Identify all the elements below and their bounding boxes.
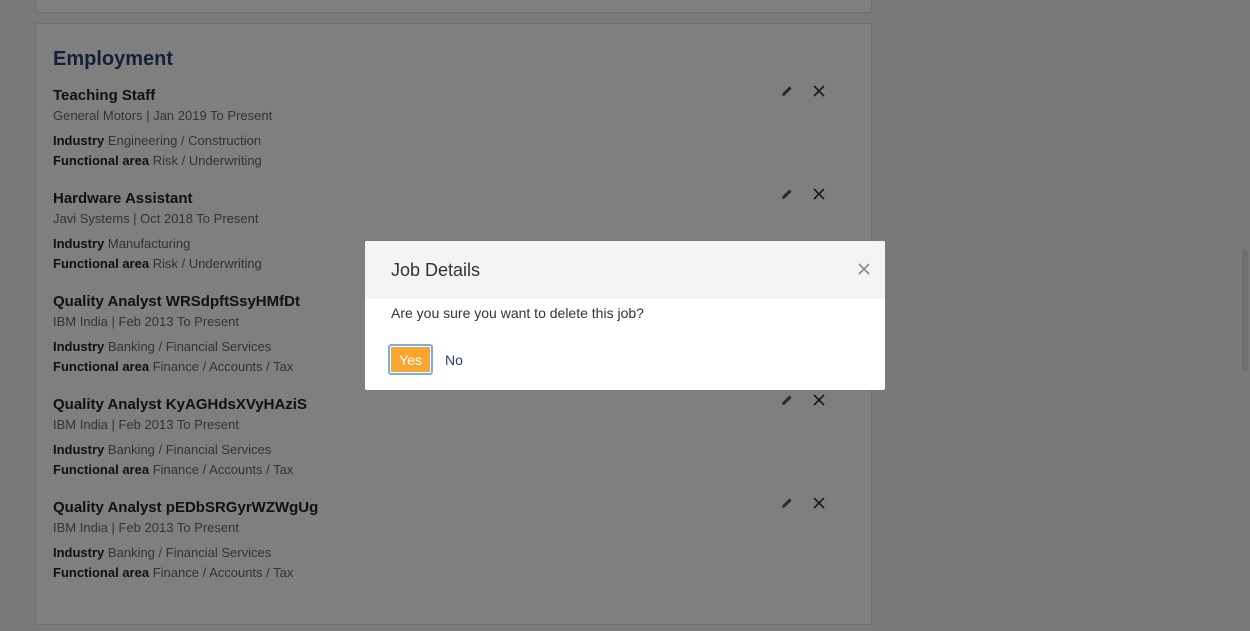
confirm-yes-button[interactable]: Yes (388, 344, 433, 375)
dialog-title: Job Details (391, 260, 481, 280)
dialog-header: Job Details (365, 241, 885, 299)
close-icon (858, 263, 870, 275)
confirm-no-button[interactable]: No (445, 352, 463, 368)
delete-job-dialog: Job Details Are you sure you want to del… (365, 241, 885, 390)
dialog-message: Are you sure you want to delete this job… (391, 305, 644, 321)
scrollbar-thumb[interactable] (1242, 249, 1248, 371)
dialog-close-button[interactable] (856, 261, 872, 277)
